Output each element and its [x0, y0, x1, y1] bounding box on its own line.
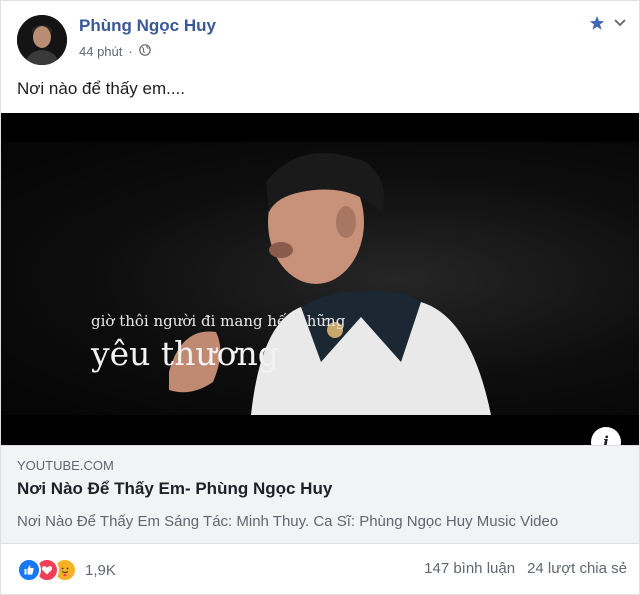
comments-count[interactable]: 147 bình luận [424, 560, 515, 577]
link-description: Nơi Nào Để Thấy Em Sáng Tác: Minh Thuy. … [17, 513, 559, 530]
star-icon[interactable] [589, 15, 605, 31]
avatar[interactable] [17, 15, 67, 65]
post-footer: 1,9K 147 bình luận 24 lượt chia sẻ [17, 555, 627, 582]
author-name[interactable]: Phùng Ngọc Huy [79, 16, 216, 36]
reaction-count[interactable]: 1,9K [85, 562, 116, 579]
engagement-stats: 147 bình luận 24 lượt chia sẻ [424, 560, 627, 577]
globe-icon [138, 44, 151, 59]
post-time[interactable]: 44 phút [79, 44, 122, 59]
post-card: Phùng Ngọc Huy 44 phút · Nơi nào để thấy… [0, 0, 640, 595]
video-caption-line2: yêu thương [91, 334, 279, 373]
post-text: Nơi nào để thấy em.... [17, 79, 186, 98]
shares-count[interactable]: 24 lượt chia sẻ [527, 560, 627, 577]
meta-separator: · [128, 44, 133, 59]
video-player[interactable]: giờ thôi người đi mang hết những yêu thư… [1, 113, 639, 445]
video-thumbnail [169, 153, 491, 415]
post-header: Phùng Ngọc Huy 44 phút · [17, 13, 627, 65]
video-frame: giờ thôi người đi mang hết những yêu thư… [1, 142, 639, 415]
link-title[interactable]: Nơi Nào Để Thấy Em- Phùng Ngọc Huy [17, 479, 332, 499]
avatar-image [17, 15, 67, 65]
post-meta: 44 phút · [79, 44, 151, 59]
link-domain: YOUTUBE.COM [17, 458, 114, 473]
reactions-summary[interactable]: 1,9K [17, 558, 116, 582]
like-reaction-icon [17, 558, 41, 582]
video-caption-line1: giờ thôi người đi mang hết những [91, 312, 346, 330]
link-preview[interactable]: YOUTUBE.COM Nơi Nào Để Thấy Em- Phùng Ng… [1, 445, 639, 544]
chevron-down-icon[interactable] [613, 15, 627, 31]
